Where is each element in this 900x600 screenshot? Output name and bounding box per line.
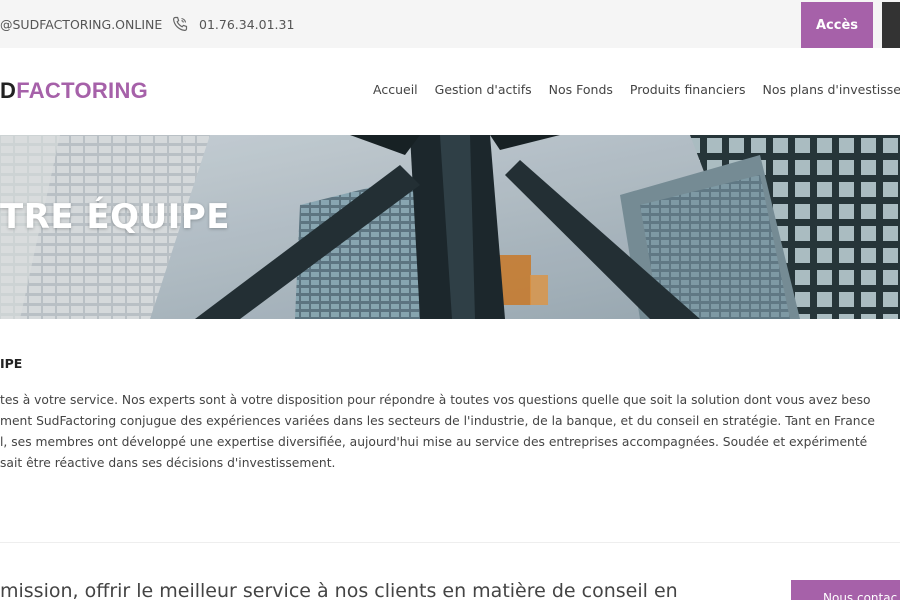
hero-banner: TRE ÉQUIPE [0, 135, 900, 319]
nav-item-gestion-actifs[interactable]: Gestion d'actifs [435, 82, 532, 97]
top-bar: @SUDFACTORING.ONLINE 01.76.34.01.31 Accè… [0, 0, 900, 48]
paragraph-line: l, ses membres ont développé une experti… [0, 435, 868, 449]
nav-item-accueil[interactable]: Accueil [373, 82, 418, 97]
logo-brand: FACTORING [16, 78, 149, 103]
nav-item-plans-investissement[interactable]: Nos plans d'investisseme [763, 82, 900, 97]
phone-icon [172, 16, 188, 32]
logo-prefix: D [0, 78, 17, 103]
paragraph-line: sait être réactive dans ses décisions d'… [0, 456, 336, 470]
intro-paragraph: tes à votre service. Nos experts sont à … [0, 390, 900, 474]
contact-button[interactable]: Nous contac [791, 580, 900, 600]
main-nav: Accueil Gestion d'actifs Nos Fonds Produ… [373, 82, 900, 97]
acces-button[interactable]: Accès [801, 2, 873, 48]
mission-statement: mission, offrir le meilleur service à no… [0, 580, 678, 600]
site-logo[interactable]: DFACTORING [0, 78, 148, 104]
nav-item-produits-financiers[interactable]: Produits financiers [630, 82, 746, 97]
contact-phone[interactable]: 01.76.34.01.31 [199, 17, 294, 32]
paragraph-line: tes à votre service. Nos experts sont à … [0, 393, 871, 407]
paragraph-line: ment SudFactoring conjugue des expérienc… [0, 414, 875, 428]
page-title: TRE ÉQUIPE [0, 197, 230, 237]
contact-email[interactable]: @SUDFACTORING.ONLINE [0, 17, 162, 32]
secondary-button[interactable] [882, 2, 900, 48]
nav-item-nos-fonds[interactable]: Nos Fonds [549, 82, 613, 97]
section-divider [0, 542, 900, 543]
section-heading: IPE [0, 356, 23, 371]
